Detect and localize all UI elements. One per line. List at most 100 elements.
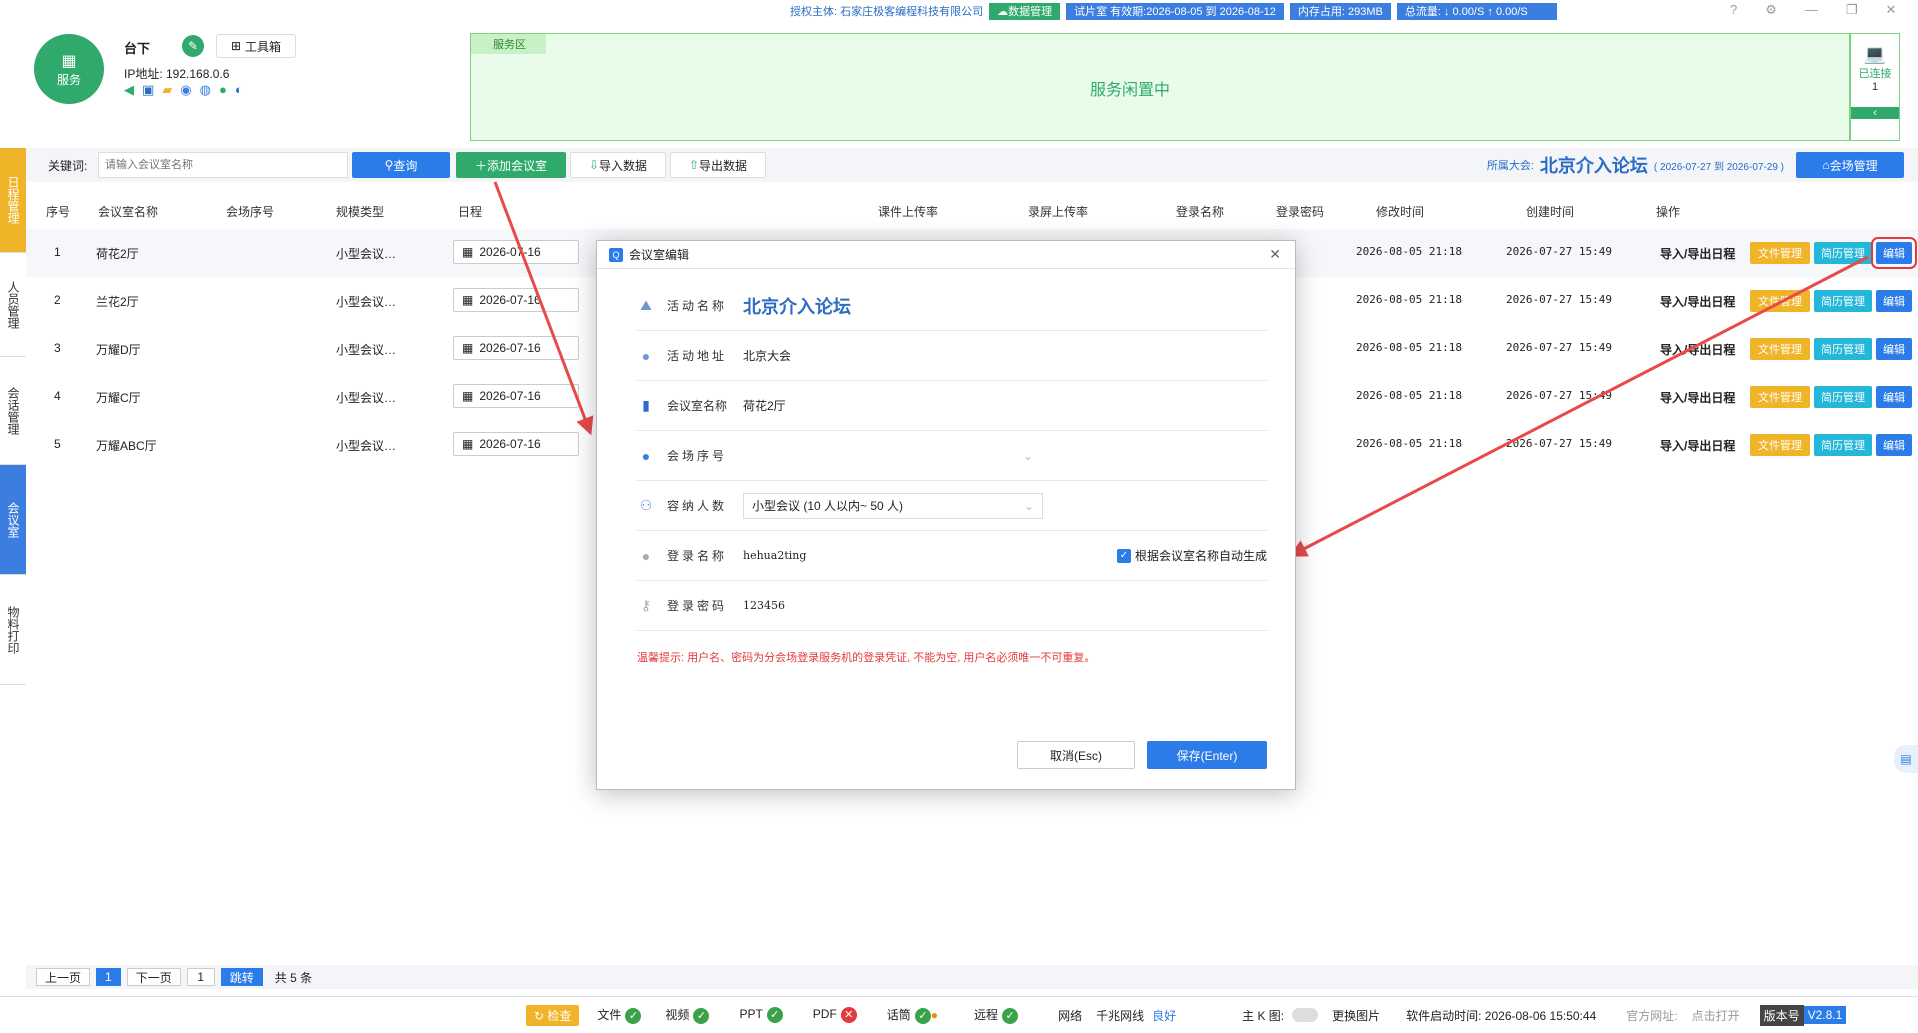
login-name-field[interactable]: hehua2ting bbox=[743, 549, 806, 562]
help-icon[interactable]: ? bbox=[1730, 2, 1737, 18]
col-created: 创建时间 bbox=[1526, 205, 1575, 219]
restore-icon[interactable]: ❐ bbox=[1846, 2, 1858, 18]
wechat-icon[interactable]: ● bbox=[219, 82, 227, 98]
schedule-date[interactable]: ▦ 2026-07-16 bbox=[453, 288, 579, 312]
date-value: 2026-07-16 bbox=[479, 389, 541, 403]
check-button[interactable]: ↻ 检查 bbox=[526, 1004, 580, 1026]
file-mgmt-button[interactable]: 文件管理 bbox=[1750, 338, 1810, 360]
chevron-down-icon: ⌄ bbox=[1022, 448, 1033, 463]
row-modified: 2026-08-05 21:18 bbox=[1356, 293, 1462, 306]
cv-mgmt-button[interactable]: 简历管理 bbox=[1814, 338, 1872, 360]
row-scale: 小型会议… bbox=[336, 343, 397, 357]
export-button[interactable]: ⇧ 导出数据 bbox=[670, 152, 766, 178]
data-mgmt-label: 数据管理 bbox=[1008, 6, 1053, 18]
room-name-row: ▮ 会议室名称 荷花2厅 bbox=[637, 381, 1267, 431]
query-button[interactable]: ⚲ 查询 bbox=[352, 152, 450, 178]
nav-schedule[interactable]: 日程管理 bbox=[0, 148, 26, 253]
venue-mgmt-button[interactable]: ⌂ 会场管理 bbox=[1796, 152, 1904, 178]
close-icon[interactable]: ✕ bbox=[1886, 2, 1897, 18]
date-value: 2026-07-16 bbox=[479, 293, 541, 307]
network-label: 网络 bbox=[1058, 1008, 1083, 1023]
table-header: 序号 会议室名称 会场序号 规模类型 日程 课件上传率 录屏上传率 登录名称 登… bbox=[26, 195, 1918, 225]
venue-seq-select[interactable]: ⌄ bbox=[743, 443, 1043, 469]
row-room-name: 兰花2厅 bbox=[96, 295, 139, 309]
import-button[interactable]: ⇩ 导入数据 bbox=[570, 152, 666, 178]
schedule-date[interactable]: ▦ 2026-07-16 bbox=[453, 432, 579, 456]
trial-badge: 试片室 有效期:2026-08-05 到 2026-08-12 bbox=[1066, 2, 1284, 20]
page-input[interactable]: 1 bbox=[186, 968, 215, 986]
next-page-button[interactable]: 下一页 bbox=[126, 968, 181, 986]
speaker-icon[interactable]: ◀ bbox=[124, 82, 134, 98]
change-image-button[interactable]: 更换图片 bbox=[1332, 1007, 1380, 1024]
query-label: 查询 bbox=[393, 158, 418, 173]
import-export-schedule-link[interactable]: 导入/导出日程 bbox=[1660, 437, 1735, 454]
minimize-icon[interactable]: — bbox=[1805, 2, 1818, 18]
file-mgmt-button[interactable]: 文件管理 bbox=[1750, 242, 1810, 264]
nav-session[interactable]: 会话管理 bbox=[0, 357, 26, 465]
nav-people[interactable]: 人员管理 bbox=[0, 253, 26, 357]
globe-icon[interactable]: ◍ bbox=[200, 82, 211, 98]
edit-button[interactable]: 编辑 bbox=[1876, 386, 1912, 408]
cv-mgmt-button[interactable]: 简历管理 bbox=[1814, 434, 1872, 456]
file-mgmt-button[interactable]: 文件管理 bbox=[1750, 290, 1810, 312]
edit-button[interactable]: 编辑 bbox=[1876, 338, 1912, 360]
toolbox-button[interactable]: ⊞ 工具箱 bbox=[216, 34, 296, 58]
prev-page-button[interactable]: 上一页 bbox=[36, 968, 91, 986]
floating-panel-icon[interactable]: ▤ bbox=[1894, 745, 1918, 773]
edit-button[interactable]: 编辑 bbox=[1871, 237, 1917, 269]
cv-mgmt-button[interactable]: 简历管理 bbox=[1814, 242, 1872, 264]
warning-icon: ● bbox=[930, 1008, 939, 1023]
data-mgmt-button[interactable]: ☁ 数据管理 bbox=[989, 2, 1061, 20]
collapse-icon[interactable]: ‹ bbox=[1851, 107, 1899, 119]
file-mgmt-button[interactable]: 文件管理 bbox=[1750, 434, 1810, 456]
import-export-schedule-link[interactable]: 导入/导出日程 bbox=[1660, 389, 1735, 406]
import-export-schedule-link[interactable]: 导入/导出日程 bbox=[1660, 341, 1735, 358]
add-room-label: 添加会议室 bbox=[487, 158, 548, 173]
add-room-button[interactable]: ＋ 添加会议室 bbox=[456, 152, 566, 178]
current-page[interactable]: 1 bbox=[96, 968, 121, 986]
dialog-title: 会议室编辑 bbox=[629, 248, 690, 262]
edit-button[interactable]: 编辑 bbox=[1876, 290, 1912, 312]
activity-address-label: 活动地址 bbox=[667, 349, 728, 363]
venue-mgmt-label: 会场管理 bbox=[1829, 158, 1878, 173]
connection-panel[interactable]: 💻 已连接 1 ‹ bbox=[1850, 33, 1900, 141]
open-site-link[interactable]: 点击打开 bbox=[1692, 1007, 1740, 1024]
file-mgmt-button[interactable]: 文件管理 bbox=[1750, 386, 1810, 408]
export-icon: ⇧ bbox=[688, 158, 700, 172]
hint-text: 温馨提示: 用户名、密码为分会场登录服务机的登录凭证, 不能为空, 用户名必须唯… bbox=[637, 652, 1096, 664]
grid-icon: ⊞ bbox=[230, 39, 242, 53]
location-pin-icon: ● bbox=[641, 347, 651, 364]
login-pwd-field[interactable]: 123456 bbox=[743, 599, 785, 612]
edit-site-icon[interactable]: ✎ bbox=[182, 35, 204, 57]
network-icon[interactable]: ◉ bbox=[180, 82, 191, 98]
save-button[interactable]: 保存(Enter) bbox=[1147, 741, 1267, 769]
capacity-select[interactable]: 小型会议 (10 人以内~ 50 人) ⌄ bbox=[743, 492, 1043, 519]
conference-dates: ( 2026-07-27 到 2026-07-29 ) bbox=[1653, 161, 1784, 173]
nav-session-label: 会话管理 bbox=[6, 386, 20, 435]
schedule-date[interactable]: ▦ 2026-07-16 bbox=[453, 336, 579, 360]
search-input[interactable] bbox=[98, 152, 348, 178]
cv-mgmt-button[interactable]: 简历管理 bbox=[1814, 386, 1872, 408]
import-export-schedule-link[interactable]: 导入/导出日程 bbox=[1660, 245, 1735, 262]
version-label: 版本号 bbox=[1759, 1004, 1804, 1026]
auto-generate-checkbox[interactable]: ✓ 根据会议室名称自动生成 bbox=[1116, 547, 1267, 564]
cancel-button[interactable]: 取消(Esc) bbox=[1017, 741, 1135, 769]
settings-icon[interactable]: ⚙ bbox=[1765, 2, 1777, 18]
edit-button[interactable]: 编辑 bbox=[1876, 434, 1912, 456]
nav-room[interactable]: 会议室 bbox=[0, 465, 26, 575]
jump-button[interactable]: 跳转 bbox=[220, 968, 263, 986]
calendar-icon: ▦ bbox=[462, 341, 474, 355]
import-export-schedule-link[interactable]: 导入/导出日程 bbox=[1660, 293, 1735, 310]
schedule-date[interactable]: ▦ 2026-07-16 bbox=[453, 240, 579, 264]
folder-icon[interactable]: ▰ bbox=[162, 82, 172, 98]
cv-mgmt-button[interactable]: 简历管理 bbox=[1814, 290, 1872, 312]
monitor-icon[interactable]: ▣ bbox=[142, 82, 154, 98]
schedule-date[interactable]: ▦ 2026-07-16 bbox=[453, 384, 579, 408]
nav-print[interactable]: 物料打印 bbox=[0, 575, 26, 685]
main-k-toggle[interactable] bbox=[1292, 1008, 1319, 1022]
traffic-badge: 总流量: ↓ 0.00/S ↑ 0.00/S bbox=[1396, 2, 1557, 20]
room-name-field[interactable]: 荷花2厅 bbox=[743, 397, 786, 414]
import-icon: ⇩ bbox=[588, 158, 600, 172]
dialog-close-icon[interactable]: ✕ bbox=[1269, 246, 1281, 263]
search-circle-icon[interactable]: ◐ bbox=[235, 82, 243, 98]
